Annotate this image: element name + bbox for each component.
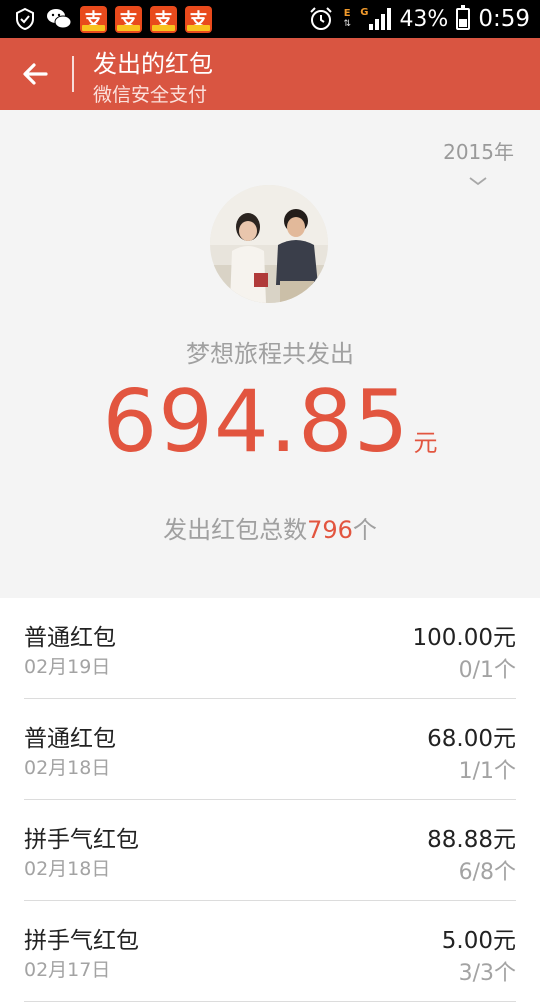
record-count: 1/1个 [458, 759, 516, 784]
signal-icon: G [360, 8, 392, 30]
count-prefix: 发出红包总数 [163, 516, 308, 544]
title-bar: 发出的红包 微信安全支付 [0, 38, 540, 110]
record-name: 拼手气红包 [24, 827, 139, 853]
total-amount-unit: 元 [413, 429, 438, 457]
notification-icons: 支 支 支 支 [12, 4, 212, 34]
back-arrow-icon[interactable] [18, 56, 54, 92]
system-indicators: E ⇅ G 43% 0:59 [308, 0, 530, 38]
list-item[interactable]: 拼手气红包 02月18日 88.88元 6/8个 [24, 800, 516, 901]
record-date: 02月17日 [24, 959, 111, 981]
summary-panel: 2015年 梦想旅程共发出 694.85 元 发出红包总数796个 [0, 110, 540, 598]
list-item[interactable]: 普通红包 02月19日 100.00元 0/1个 [24, 598, 516, 699]
record-date: 02月18日 [24, 858, 111, 880]
status-bar: 支 支 支 支 E ⇅ G 43% 0:59 [0, 0, 540, 38]
alipay-icon: 支 [80, 5, 107, 33]
record-amount: 68.00元 [427, 726, 516, 752]
record-amount: 88.88元 [427, 827, 516, 853]
network-e-icon: E ⇅ [343, 8, 351, 30]
record-count: 0/1个 [458, 658, 516, 683]
count-number: 796 [307, 516, 353, 544]
record-name: 拼手气红包 [24, 928, 139, 954]
summary-label: 梦想旅程共发出 [186, 340, 354, 368]
year-selector[interactable]: 2015年 [443, 136, 514, 165]
chevron-down-icon[interactable] [468, 172, 488, 186]
total-amount-value: 694.85 [102, 372, 410, 472]
records-list: 普通红包 02月19日 100.00元 0/1个 普通红包 02月18日 68.… [0, 598, 540, 1002]
shield-check-icon [12, 6, 38, 32]
count-suffix: 个 [352, 516, 377, 544]
avatar [210, 185, 328, 303]
list-item[interactable]: 普通红包 02月18日 68.00元 1/1个 [24, 699, 516, 800]
alipay-icon: 支 [150, 5, 177, 33]
battery-icon [456, 5, 471, 30]
battery-percent: 43% [399, 6, 449, 32]
record-date: 02月19日 [24, 656, 111, 678]
alipay-icon: 支 [115, 5, 142, 33]
record-name: 普通红包 [24, 625, 116, 651]
record-amount: 5.00元 [441, 928, 516, 954]
page-title: 发出的红包 [93, 50, 213, 78]
total-amount: 694.85 元 [0, 372, 540, 472]
alarm-clock-icon [308, 6, 334, 32]
record-name: 普通红包 [24, 726, 116, 752]
record-count: 6/8个 [458, 860, 516, 885]
title-divider [72, 56, 74, 92]
clock: 0:59 [478, 6, 530, 32]
list-item[interactable]: 拼手气红包 02月17日 5.00元 3/3个 [24, 901, 516, 1002]
record-date: 02月18日 [24, 757, 111, 779]
page-subtitle: 微信安全支付 [93, 84, 208, 106]
total-count: 发出红包总数796个 [0, 510, 540, 545]
record-amount: 100.00元 [412, 625, 516, 651]
wechat-icon [46, 6, 72, 32]
alipay-icon: 支 [185, 5, 212, 33]
